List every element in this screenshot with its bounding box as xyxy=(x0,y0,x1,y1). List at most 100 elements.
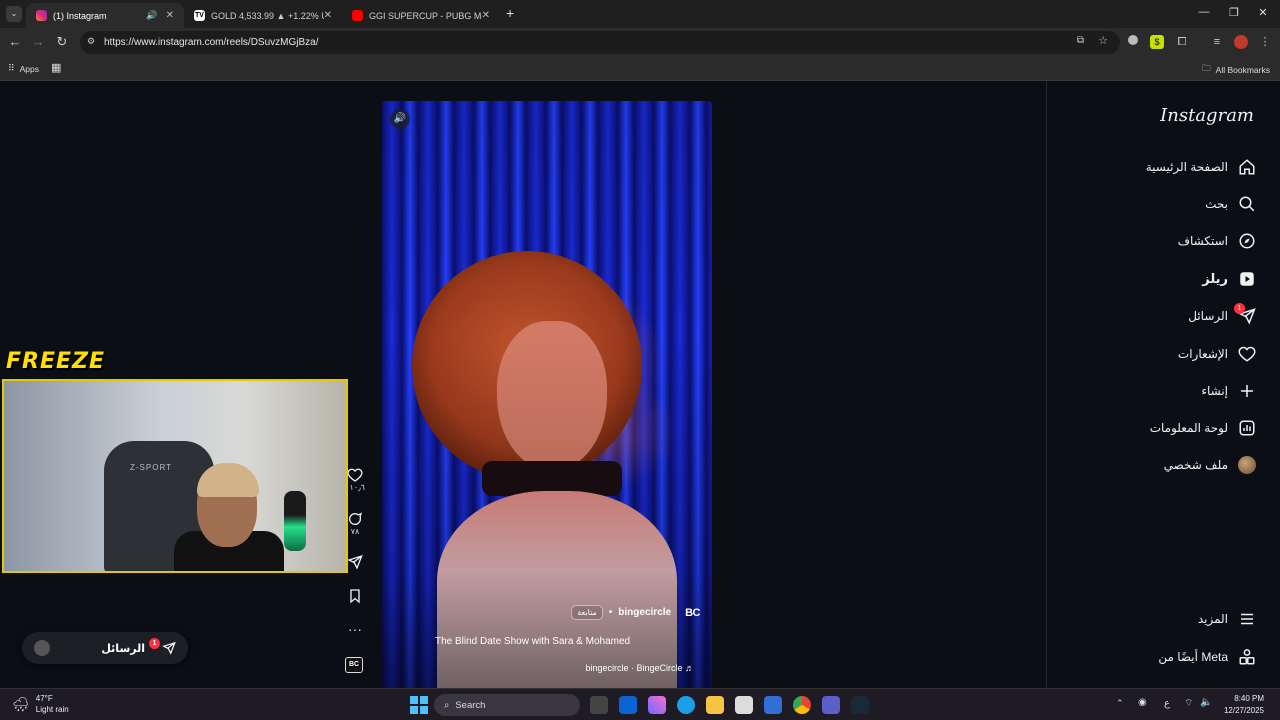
plus-icon xyxy=(1241,385,1253,397)
reel-caption[interactable]: The Blind Date Show with Sara & Mohamed xyxy=(435,636,705,647)
more-options-icon[interactable]: ··· xyxy=(345,621,365,637)
reel-audio[interactable]: bingecircle · BingeCircle ♬ xyxy=(585,663,694,673)
volume-icon[interactable]: 🔊 xyxy=(390,109,410,129)
reels-icon xyxy=(1240,272,1254,286)
nav-item-search[interactable]: بحث xyxy=(1205,191,1256,217)
file-explorer-icon[interactable] xyxy=(706,696,724,714)
restore-icon[interactable]: ❐ xyxy=(1227,6,1241,19)
chrome-icon[interactable] xyxy=(793,696,811,714)
save-button[interactable] xyxy=(345,588,365,604)
extension-circle-icon[interactable] xyxy=(1126,35,1140,49)
bullet: • xyxy=(608,607,613,618)
apps-label: Apps xyxy=(19,63,39,74)
microphone xyxy=(284,491,306,551)
apps-grid-icon: ⠿ xyxy=(8,63,15,73)
volume-icon[interactable]: 🔈 xyxy=(1200,697,1212,708)
nav-item-more[interactable]: المزيد xyxy=(1198,606,1256,632)
star-icon[interactable]: ☆ xyxy=(1098,34,1108,47)
close-tab-icon[interactable]: ✕ xyxy=(482,10,490,21)
nav-item-home[interactable]: الصفحة الرئيسية xyxy=(1146,154,1256,180)
instagram-logo[interactable]: Instagram xyxy=(1160,105,1254,126)
reel-video[interactable]: 🔊 متابعة • bingecircle BC The Blind Date… xyxy=(382,101,712,688)
tab-title: GGI SUPERCUP - PUBG Mobile xyxy=(369,10,482,21)
tab-gold[interactable]: TV GOLD 4,533.99 ▲ +1.22% Unna ✕ xyxy=(184,3,342,28)
nav-item-messages[interactable]: الرسائل 1 xyxy=(1188,303,1256,329)
cast-icon[interactable]: ⧉ xyxy=(1077,35,1084,46)
messages-pill[interactable]: الرسائل 1 xyxy=(22,632,188,664)
task-view-icon[interactable] xyxy=(590,696,608,714)
close-tab-icon[interactable]: ✕ xyxy=(324,10,332,21)
share-button[interactable] xyxy=(345,554,365,570)
tab-strip: ⌄ (1) Instagram 🔊 ✕ TV GOLD 4,533.99 ▲ +… xyxy=(0,0,1280,28)
nav-item-reels[interactable]: ريلز xyxy=(1202,266,1256,292)
copilot-icon[interactable] xyxy=(648,696,666,714)
windows-start-icon[interactable] xyxy=(410,696,428,714)
tab-title: GOLD 4,533.99 ▲ +1.22% Unna xyxy=(211,10,324,21)
reel-author-row: متابعة • bingecircle BC xyxy=(571,605,700,620)
store-icon[interactable] xyxy=(735,696,753,714)
tab-instagram[interactable]: (1) Instagram 🔊 ✕ xyxy=(26,3,184,28)
site-info-icon[interactable]: ⚙ xyxy=(87,36,95,47)
outlook-icon[interactable] xyxy=(619,696,637,714)
edge-icon[interactable] xyxy=(677,696,695,714)
tab-search-button[interactable]: ⌄ xyxy=(6,6,22,22)
reload-icon[interactable]: ↻ xyxy=(53,34,71,50)
back-icon[interactable]: ← xyxy=(6,34,24,49)
new-tab-button[interactable]: + xyxy=(506,5,514,21)
defender-icon[interactable] xyxy=(764,696,782,714)
close-tab-icon[interactable]: ✕ xyxy=(166,10,174,21)
taskbar-search[interactable]: ⌕ Search xyxy=(434,694,580,716)
bc-thumbnail-icon: BC xyxy=(345,657,363,673)
nav-item-create[interactable]: إنشاء xyxy=(1201,378,1256,404)
audio-thumbnail[interactable]: BC xyxy=(345,657,365,673)
comment-icon xyxy=(349,512,363,525)
menu-kebab-icon[interactable]: ⋮ xyxy=(1258,35,1272,49)
weather-temp: 47°F xyxy=(35,694,53,703)
bookmarks-bar: ⠿ Apps ▦ 🗀 All Bookmarks xyxy=(0,57,1280,81)
comment-button[interactable]: ٧٨ xyxy=(345,511,365,536)
puzzle-icon[interactable]: ⧠ xyxy=(1175,35,1189,49)
messages-pill-badge: 1 xyxy=(149,637,160,649)
channel-logo[interactable]: BC xyxy=(685,607,700,619)
all-bookmarks[interactable]: 🗀 All Bookmarks xyxy=(1202,63,1270,77)
heart-icon xyxy=(1238,346,1256,362)
steam-icon[interactable] xyxy=(851,696,869,714)
video-gradient xyxy=(382,101,712,688)
like-button[interactable]: ١٠٫٦ آ xyxy=(345,467,365,492)
tab-groups-icon[interactable]: ▦ xyxy=(51,61,61,74)
discord-icon[interactable]: ◉ xyxy=(1138,697,1147,708)
follow-button[interactable]: متابعة xyxy=(571,605,603,620)
forward-icon[interactable]: → xyxy=(29,34,47,49)
close-window-icon[interactable]: ✕ xyxy=(1256,6,1270,19)
media-icon[interactable]: ≡ xyxy=(1210,35,1224,49)
webcam-overlay: Z-SPORT xyxy=(2,379,348,573)
weather-desc: Light rain xyxy=(35,705,69,714)
tab-pubg[interactable]: GGI SUPERCUP - PUBG Mobile ✕ xyxy=(342,3,500,28)
address-bar[interactable]: ⚙ https://www.instagram.com/reels/DSuvzM… xyxy=(80,31,1120,54)
nav-item-dashboard[interactable]: لوحة المعلومات xyxy=(1150,415,1256,441)
chair-brand: Z-SPORT xyxy=(130,463,172,472)
clock-time: 8:40 PM xyxy=(1234,694,1264,703)
apps-bookmark[interactable]: ⠿ Apps xyxy=(8,63,39,74)
url-text: https://www.instagram.com/reels/DSuvzMGj… xyxy=(104,37,319,48)
profile-avatar[interactable] xyxy=(1234,35,1248,49)
input-language[interactable]: ع xyxy=(1164,698,1170,709)
tray-overflow-icon[interactable]: ⌃ xyxy=(1116,698,1124,709)
weather-widget[interactable]: 🌧 47°F Light rain xyxy=(12,693,69,715)
folder-icon: 🗀 xyxy=(1202,63,1211,73)
nav-item-profile[interactable]: ملف شخصي xyxy=(1164,452,1256,478)
extension-dollar-icon[interactable]: $ xyxy=(1150,35,1164,49)
wifi-icon[interactable]: ⌔ xyxy=(1184,697,1193,710)
clock[interactable]: 8:40 PM 12/27/2025 xyxy=(1224,693,1264,717)
avatar xyxy=(1238,456,1256,474)
messages-badge: 1 xyxy=(1234,303,1245,314)
nav-item-notifications[interactable]: الإشعارات xyxy=(1178,341,1256,367)
nav-item-explore[interactable]: استكشاف xyxy=(1178,228,1256,254)
nav-item-also-from-meta[interactable]: أيضًا من Meta xyxy=(1158,644,1256,670)
tradingview-favicon-icon: TV xyxy=(194,10,205,21)
teams-icon[interactable] xyxy=(822,696,840,714)
speaker-icon[interactable]: 🔊 xyxy=(146,10,157,21)
minimize-icon[interactable]: — xyxy=(1197,6,1211,18)
reel-author-name[interactable]: bingecircle xyxy=(618,607,671,618)
comment-count: ٧٨ xyxy=(350,527,360,536)
